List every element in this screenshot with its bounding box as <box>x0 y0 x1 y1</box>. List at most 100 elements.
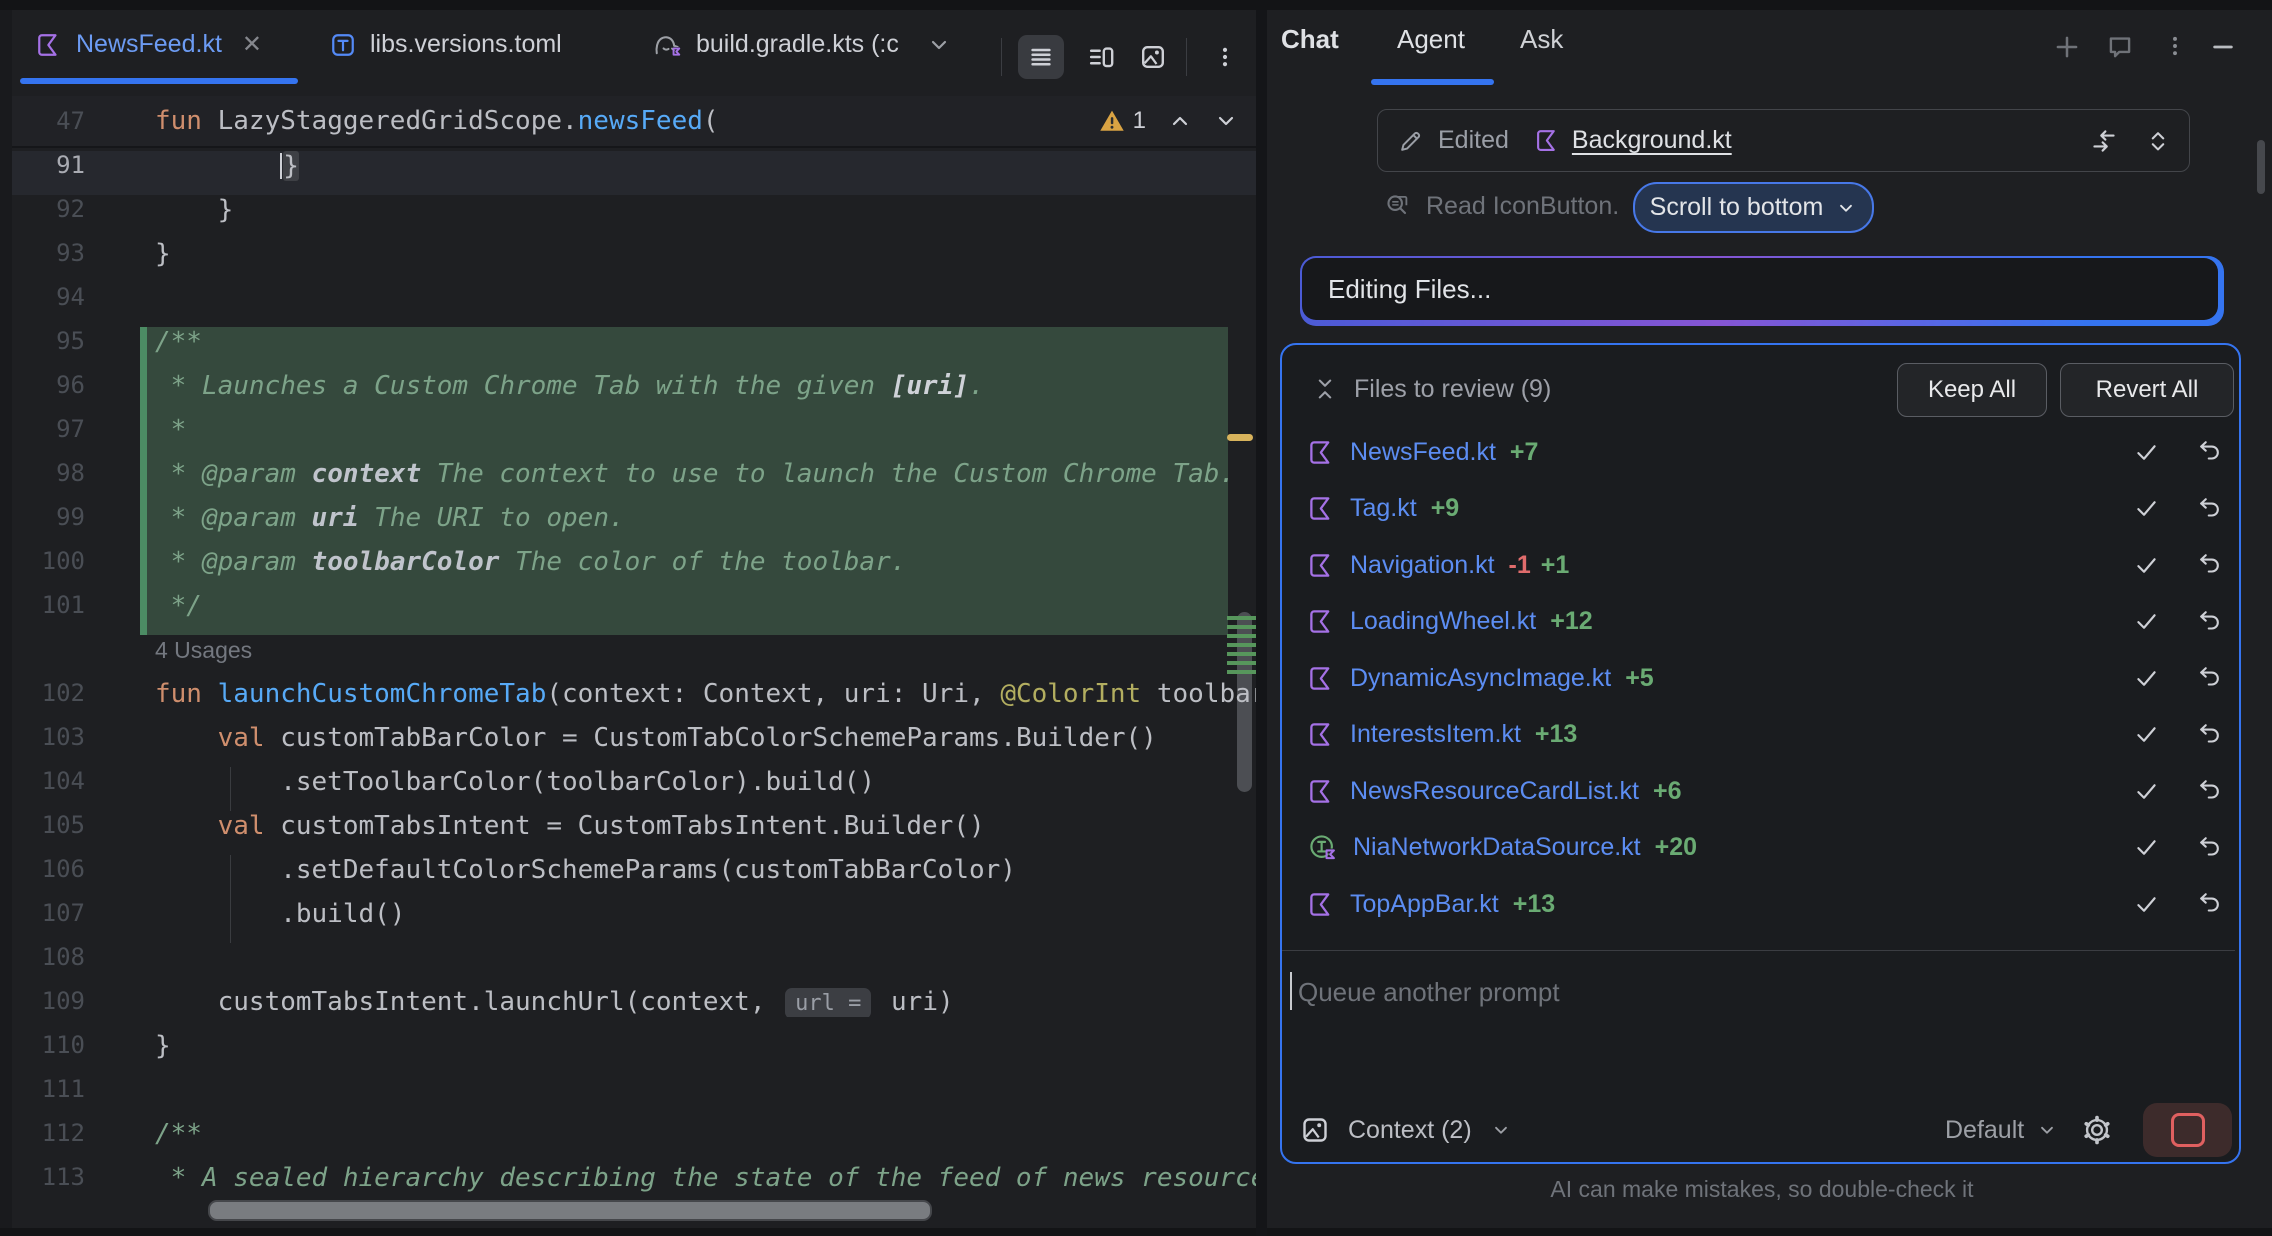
expand-collapse-icon[interactable] <box>2145 128 2171 154</box>
code-line[interactable]: 103 val customTabBarColor = CustomTabCol… <box>12 723 1256 767</box>
revert-file-button[interactable] <box>2196 665 2222 691</box>
keep-file-button[interactable] <box>2134 496 2159 521</box>
attach-image-icon[interactable] <box>1300 1115 1330 1145</box>
view-preview-button[interactable] <box>1130 35 1176 79</box>
chat-scrollbar[interactable] <box>2257 140 2265 194</box>
line-number[interactable]: 111 <box>12 1075 85 1103</box>
code-line[interactable]: 96 * Launches a Custom Chrome Tab with t… <box>12 371 1256 415</box>
line-number[interactable]: 93 <box>12 239 85 267</box>
file-link[interactable]: InterestsItem.kt <box>1350 720 1521 749</box>
usages-inlay[interactable]: 4 Usages <box>12 635 1256 679</box>
keep-file-button[interactable] <box>2134 722 2159 747</box>
tab-agent[interactable]: Agent <box>1397 24 1465 55</box>
keep-file-button[interactable] <box>2134 892 2159 917</box>
code-line[interactable]: 105 val customTabsIntent = CustomTabsInt… <box>12 811 1256 855</box>
line-number[interactable]: 92 <box>12 195 85 223</box>
edited-file-card[interactable]: Edited Background.kt <box>1377 109 2190 172</box>
file-link[interactable]: LoadingWheel.kt <box>1350 607 1536 636</box>
code-line[interactable]: 91 } <box>12 151 1256 195</box>
editor-options-kebab-icon[interactable] <box>1202 35 1248 79</box>
revert-file-button[interactable] <box>2196 552 2222 578</box>
keep-file-button[interactable] <box>2134 779 2159 804</box>
file-link[interactable]: NiaNetworkDataSource.kt <box>1353 833 1641 862</box>
prompt-input[interactable]: Queue another prompt <box>1298 973 1560 1011</box>
line-number[interactable]: 110 <box>12 1031 85 1059</box>
close-icon[interactable]: ✕ <box>242 30 262 59</box>
code-line[interactable]: 107 .build() <box>12 899 1256 943</box>
line-number[interactable]: 112 <box>12 1119 85 1147</box>
tab-build-gradle-kts[interactable]: build.gradle.kts (:c <box>652 10 951 79</box>
revert-file-button[interactable] <box>2196 835 2222 861</box>
code-line[interactable]: 108 <box>12 943 1256 987</box>
code-editor[interactable]: 91 }92 }93}9495/**96 * Launches a Custom… <box>12 84 1256 1228</box>
file-link[interactable]: NewsFeed.kt <box>1350 438 1496 467</box>
revert-all-button[interactable]: Revert All <box>2060 363 2234 417</box>
settings-gear-icon[interactable] <box>2080 1113 2114 1147</box>
code-line[interactable]: 104 .setToolbarColor(toolbarColor).build… <box>12 767 1256 811</box>
file-link[interactable]: TopAppBar.kt <box>1350 890 1499 919</box>
revert-file-button[interactable] <box>2196 496 2222 522</box>
line-number[interactable]: 95 <box>12 327 85 355</box>
code-line[interactable]: 97 * <box>12 415 1256 459</box>
line-number[interactable]: 104 <box>12 767 85 795</box>
model-dropdown[interactable]: Default <box>1945 1116 2058 1145</box>
edited-file-link[interactable]: Background.kt <box>1572 126 1732 155</box>
code-line[interactable]: 94 <box>12 283 1256 327</box>
revert-file-button[interactable] <box>2196 439 2222 465</box>
line-number[interactable]: 99 <box>12 503 85 531</box>
code-line[interactable]: 99 * @param uri The URI to open. <box>12 503 1256 547</box>
tab-chat[interactable]: Chat <box>1281 24 1339 55</box>
sticky-line[interactable]: 47 fun LazyStaggeredGridScope.newsFeed( … <box>12 96 1256 148</box>
code-line[interactable]: 98 * @param context The context to use t… <box>12 459 1256 503</box>
revert-file-button[interactable] <box>2196 609 2222 635</box>
code-line[interactable]: 112/** <box>12 1119 1256 1163</box>
keep-file-button[interactable] <box>2134 553 2159 578</box>
chevron-down-icon[interactable] <box>927 33 951 57</box>
line-number[interactable]: 91 <box>12 151 85 179</box>
next-problem-icon[interactable] <box>1214 109 1238 133</box>
view-split-button[interactable] <box>1078 35 1124 79</box>
file-link[interactable]: Tag.kt <box>1350 494 1417 523</box>
code-line[interactable]: 109 customTabsIntent.launchUrl(context, … <box>12 987 1256 1031</box>
prev-problem-icon[interactable] <box>1168 109 1192 133</box>
tab-ask[interactable]: Ask <box>1520 24 1563 55</box>
keep-all-button[interactable]: Keep All <box>1897 363 2047 417</box>
line-number[interactable]: 106 <box>12 855 85 883</box>
line-number[interactable]: 103 <box>12 723 85 751</box>
new-chat-plus-icon[interactable] <box>2053 33 2081 61</box>
code-line[interactable]: 102fun launchCustomChromeTab(context: Co… <box>12 679 1256 723</box>
code-line[interactable]: 100 * @param toolbarColor The color of t… <box>12 547 1256 591</box>
context-dropdown[interactable]: Context (2) <box>1348 1116 1472 1145</box>
tab-newsfeed-kt[interactable]: NewsFeed.kt ✕ <box>36 10 262 79</box>
code-line[interactable]: 101 */ <box>12 591 1256 635</box>
revert-file-button[interactable] <box>2196 778 2222 804</box>
file-link[interactable]: DynamicAsyncImage.kt <box>1350 664 1611 693</box>
collapse-icon[interactable] <box>1312 376 1338 402</box>
scroll-to-bottom-button[interactable]: Scroll to bottom <box>1633 182 1874 233</box>
line-number[interactable]: 108 <box>12 943 85 971</box>
line-number[interactable]: 101 <box>12 591 85 619</box>
code-line[interactable]: 93} <box>12 239 1256 283</box>
line-number[interactable]: 97 <box>12 415 85 443</box>
stop-button[interactable] <box>2143 1103 2232 1157</box>
revert-file-button[interactable] <box>2196 891 2222 917</box>
warnings-indicator[interactable]: 1 <box>1099 107 1146 135</box>
line-number[interactable]: 100 <box>12 547 85 575</box>
code-line[interactable]: 111 <box>12 1075 1256 1119</box>
view-list-button[interactable] <box>1018 35 1064 79</box>
line-number[interactable]: 96 <box>12 371 85 399</box>
keep-file-button[interactable] <box>2134 440 2159 465</box>
line-number[interactable]: 109 <box>12 987 85 1015</box>
code-line[interactable]: 95/** <box>12 327 1256 371</box>
hide-panel-icon[interactable] <box>2208 33 2238 61</box>
code-line[interactable]: 106 .setDefaultColorSchemeParams(customT… <box>12 855 1256 899</box>
line-number[interactable]: 94 <box>12 283 85 311</box>
editor-chat-splitter[interactable] <box>1256 10 1267 1236</box>
keep-file-button[interactable] <box>2134 609 2159 634</box>
line-number[interactable]: 98 <box>12 459 85 487</box>
line-number[interactable]: 105 <box>12 811 85 839</box>
line-number[interactable]: 113 <box>12 1163 85 1191</box>
panel-options-kebab-icon[interactable] <box>2162 33 2188 59</box>
show-diff-icon[interactable] <box>2089 126 2119 156</box>
revert-file-button[interactable] <box>2196 722 2222 748</box>
